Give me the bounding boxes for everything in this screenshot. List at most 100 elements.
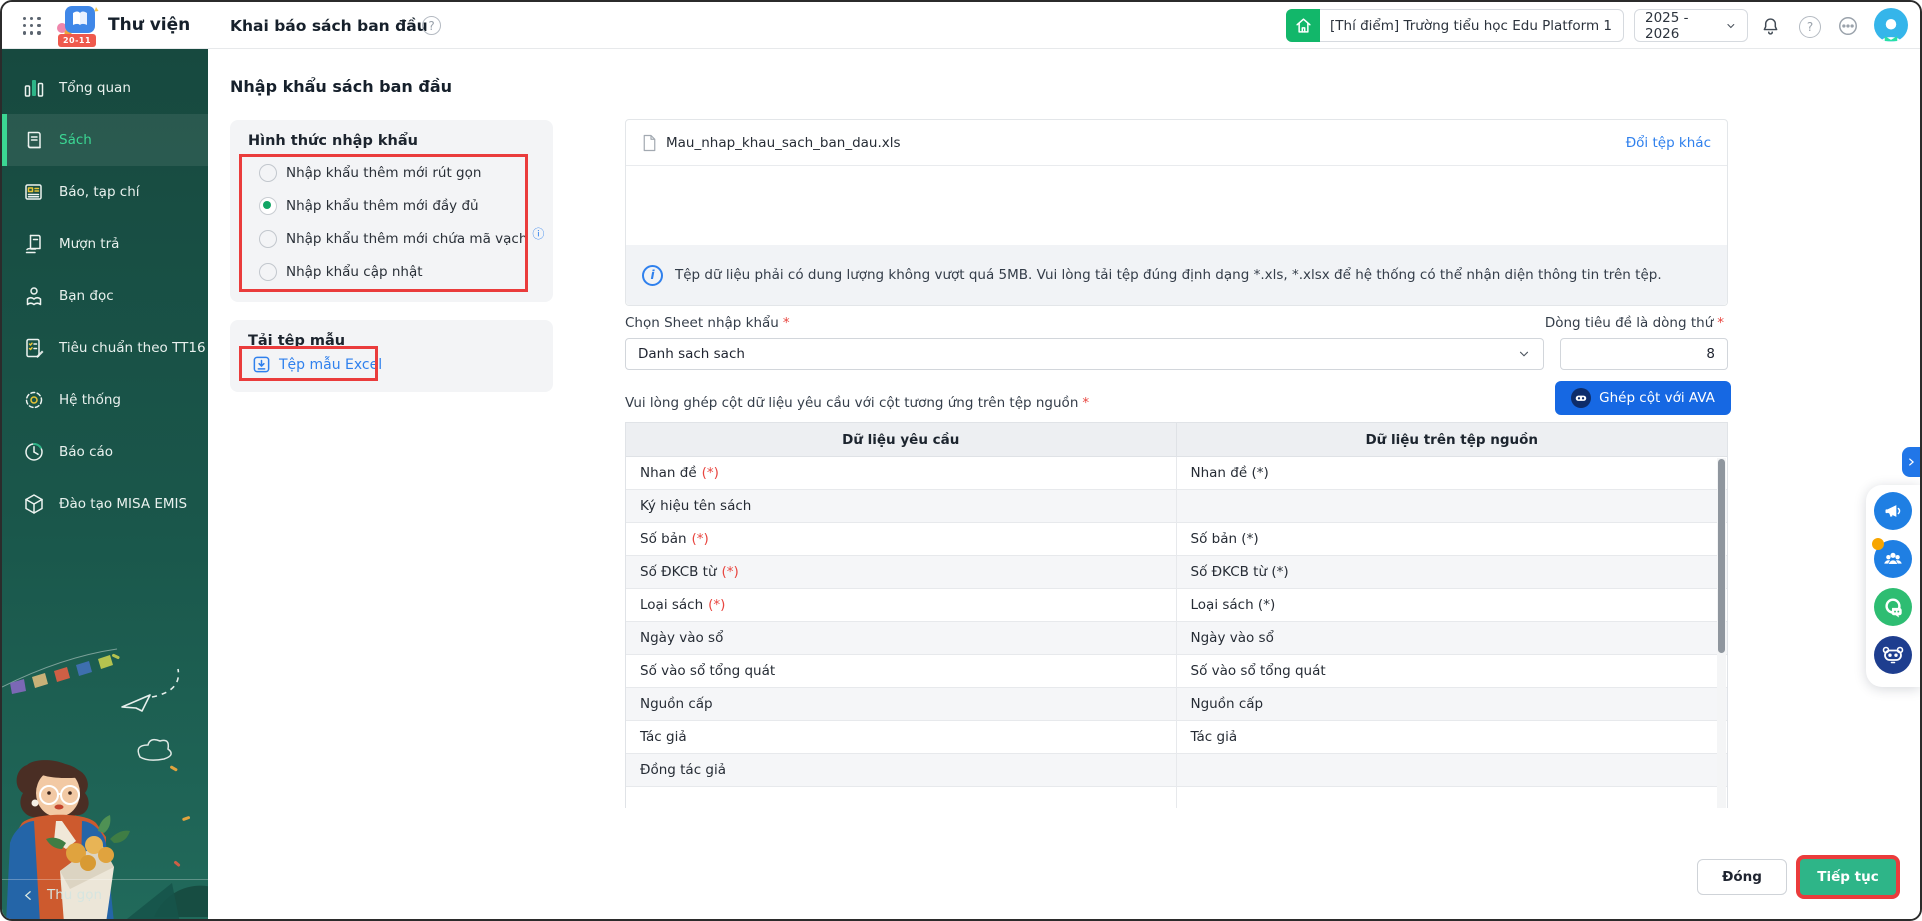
bar-chart-icon — [21, 75, 47, 101]
topbar: 20-11 Thư viện Khai báo sách ban đầu ? [… — [2, 2, 1920, 49]
file-requirements-note: Tệp dữ liệu phải có dung lượng không vượ… — [675, 267, 1662, 283]
template-title: Tải tệp mẫu — [230, 320, 553, 349]
gear-icon — [21, 387, 47, 413]
ava-bot-icon[interactable] — [1874, 636, 1912, 674]
sidebar-item-bar-chart[interactable]: Tổng quan — [2, 62, 208, 114]
sidebar-item-label: Tiêu chuẩn theo TT16 — [59, 340, 206, 356]
scrollbar-thumb[interactable] — [1718, 459, 1725, 653]
chevron-down-icon — [1725, 20, 1737, 32]
table-row-partial — [626, 787, 1727, 808]
radio-option-1[interactable]: Nhập khẩu thêm mới đầy đủ — [230, 189, 553, 222]
sidebar-item-borrow-return[interactable]: Mượn trả — [2, 218, 208, 270]
table-scrollbar[interactable] — [1717, 458, 1726, 808]
page-help-icon[interactable]: ? — [422, 16, 441, 35]
radio-icon[interactable] — [259, 230, 277, 248]
source-field-cell[interactable] — [1177, 490, 1728, 522]
radio-icon[interactable] — [259, 197, 277, 215]
template-excel-link[interactable]: Tệp mẫu Excel — [252, 355, 382, 374]
quick-access-panel — [1866, 485, 1920, 687]
ava-bot-icon — [1571, 388, 1591, 408]
app-grid-icon[interactable] — [23, 17, 41, 35]
app-logo[interactable]: 20-11 — [54, 4, 100, 48]
table-row[interactable]: Loại sách(*) Loại sách (*) — [626, 589, 1727, 622]
sidebar-item-label: Báo cáo — [59, 444, 113, 460]
main-content: Nhập khẩu sách ban đầu Hình thức nhập kh… — [208, 49, 1920, 919]
source-field-cell[interactable]: Số vào sổ tổng quát — [1177, 655, 1728, 687]
community-icon[interactable] — [1874, 540, 1912, 578]
required-mark: (*) — [692, 531, 709, 547]
template-excel-label: Tệp mẫu Excel — [279, 357, 382, 373]
required-field-cell: Ngày vào sổ — [626, 622, 1177, 654]
chat-icon[interactable] — [1874, 588, 1912, 626]
school-selector[interactable]: [Thí điểm] Trường tiểu học Edu Platform … — [1286, 9, 1624, 42]
continue-button[interactable]: Tiếp tục — [1800, 859, 1896, 895]
sheet-select[interactable]: Danh sach sach — [625, 338, 1544, 370]
app-title: Thư viện — [108, 15, 190, 35]
book-icon — [21, 127, 47, 153]
import-type-options: Nhập khẩu thêm mới rút gọn Nhập khẩu thê… — [230, 156, 553, 288]
radio-icon[interactable] — [259, 263, 277, 281]
table-row[interactable]: Số ĐKCB từ(*) Số ĐKCB từ (*) — [626, 556, 1727, 589]
radio-option-3[interactable]: Nhập khẩu cập nhật — [230, 255, 553, 288]
sidebar-item-checklist[interactable]: Tiêu chuẩn theo TT16 — [2, 322, 208, 374]
table-row[interactable]: Số bản(*) Số bản (*) — [626, 523, 1727, 556]
required-field-cell: Tác giả — [626, 721, 1177, 753]
source-field-cell[interactable]: Ngày vào sổ — [1177, 622, 1728, 654]
file-upload-card: Mau_nhap_khau_sach_ban_dau.xls Đổi tệp k… — [625, 119, 1728, 306]
ava-map-button[interactable]: Ghép cột với AVA — [1555, 381, 1731, 415]
change-file-link[interactable]: Đổi tệp khác — [1626, 135, 1711, 151]
help-icon[interactable]: ? — [1799, 16, 1821, 38]
table-row[interactable]: Đồng tác giả — [626, 754, 1727, 787]
school-year-select[interactable]: 2025 - 2026 — [1634, 9, 1748, 42]
mapping-table: Dữ liệu yêu cầu Dữ liệu trên tệp nguồn N… — [625, 422, 1728, 808]
sidebar-item-gear[interactable]: Hệ thống — [2, 374, 208, 426]
header-row-input[interactable] — [1560, 338, 1728, 370]
notifications-bell-icon[interactable] — [1759, 15, 1781, 37]
info-icon[interactable]: ⓘ — [532, 225, 544, 242]
megaphone-icon[interactable] — [1874, 492, 1912, 530]
info-icon: i — [642, 265, 663, 286]
report-clock-icon — [21, 439, 47, 465]
sidebar-collapse-button[interactable]: Thu gọn — [2, 879, 208, 910]
sidebar-item-newspaper[interactable]: Báo, tạp chí — [2, 166, 208, 218]
sidebar-item-report-clock[interactable]: Báo cáo — [2, 426, 208, 478]
radio-option-2[interactable]: Nhập khẩu thêm mới chứa mã vạchⓘ — [230, 222, 553, 255]
table-row[interactable]: Nhan đề(*) Nhan đề (*) — [626, 457, 1727, 490]
source-field-cell[interactable]: Số ĐKCB từ (*) — [1177, 556, 1728, 588]
table-row[interactable]: Ngày vào sổ Ngày vào sổ — [626, 622, 1727, 655]
column-header-source: Dữ liệu trên tệp nguồn — [1177, 423, 1728, 456]
home-icon — [1286, 9, 1320, 42]
required-mark: (*) — [722, 564, 739, 580]
required-field-cell: Số ĐKCB từ(*) — [626, 556, 1177, 588]
required-field-cell: Số bản(*) — [626, 523, 1177, 555]
user-avatar[interactable] — [1874, 8, 1908, 42]
required-mark: (*) — [708, 597, 725, 613]
radio-icon[interactable] — [259, 164, 277, 182]
sidebar-item-label: Tổng quan — [59, 80, 131, 96]
sidebar-item-cube[interactable]: Đào tạo MISA EMIS — [2, 478, 208, 530]
source-field-cell[interactable]: Số bản (*) — [1177, 523, 1728, 555]
required-field-cell: Số vào sổ tổng quát — [626, 655, 1177, 687]
expand-widgets-tab[interactable] — [1902, 447, 1920, 477]
table-row[interactable]: Ký hiệu tên sách — [626, 490, 1727, 523]
source-field-cell[interactable] — [1177, 754, 1728, 786]
chevron-right-icon — [1906, 457, 1916, 467]
close-button[interactable]: Đóng — [1697, 859, 1787, 895]
newspaper-icon — [21, 179, 47, 205]
source-field-cell[interactable]: Tác giả — [1177, 721, 1728, 753]
table-row[interactable]: Tác giả Tác giả — [626, 721, 1727, 754]
sidebar-item-book[interactable]: Sách — [2, 114, 208, 166]
sidebar-item-label: Sách — [59, 132, 92, 148]
source-field-cell[interactable]: Nhan đề (*) — [1177, 457, 1728, 489]
table-row[interactable]: Số vào sổ tổng quát Số vào sổ tổng quát — [626, 655, 1727, 688]
column-header-required: Dữ liệu yêu cầu — [626, 423, 1177, 456]
file-drop-zone[interactable] — [626, 166, 1727, 245]
radio-option-0[interactable]: Nhập khẩu thêm mới rút gọn — [230, 156, 553, 189]
source-field-cell[interactable]: Nguồn cấp — [1177, 688, 1728, 720]
school-name: [Thí điểm] Trường tiểu học Edu Platform … — [1320, 18, 1612, 34]
required-field-cell: Loại sách(*) — [626, 589, 1177, 621]
more-options-icon[interactable] — [1837, 15, 1859, 37]
table-row[interactable]: Nguồn cấp Nguồn cấp — [626, 688, 1727, 721]
sidebar-item-reader[interactable]: Bạn đọc — [2, 270, 208, 322]
source-field-cell[interactable]: Loại sách (*) — [1177, 589, 1728, 621]
